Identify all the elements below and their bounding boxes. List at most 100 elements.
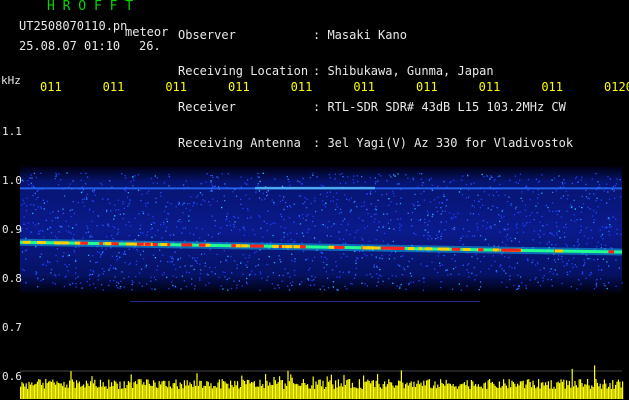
noise-speck	[329, 177, 331, 179]
noise-speck	[404, 268, 406, 271]
amplitude-bar	[316, 384, 318, 399]
noise-speck	[178, 201, 180, 203]
noise-speck	[326, 264, 328, 266]
amplitude-bar	[78, 381, 80, 399]
time-label: 0120	[604, 80, 629, 94]
noise-speck	[422, 289, 425, 291]
amplitude-bar	[539, 388, 541, 399]
amplitude-bar	[325, 387, 327, 399]
amplitude-bar	[357, 388, 359, 399]
noise-speck	[366, 274, 368, 276]
noise-speck	[538, 193, 540, 196]
noise-speck	[330, 235, 332, 237]
noise-speck	[455, 216, 457, 218]
amplitude-bar	[421, 386, 423, 399]
noise-speck	[409, 272, 412, 274]
noise-speck	[211, 271, 213, 273]
noise-speck	[225, 219, 227, 221]
noise-speck	[288, 181, 290, 183]
time-label: 011	[290, 80, 313, 94]
noise-speck	[402, 255, 404, 257]
noise-speck	[431, 189, 433, 191]
amplitude-bar	[337, 379, 339, 399]
noise-speck	[68, 254, 70, 256]
y-tick-label: 0.8	[2, 272, 22, 285]
noise-speck	[314, 197, 316, 199]
noise-speck	[516, 227, 518, 229]
noise-speck	[561, 181, 563, 184]
noise-speck	[27, 222, 29, 224]
noise-speck	[114, 227, 116, 229]
amplitude-bar	[169, 386, 171, 399]
carrier-hot-spot	[104, 242, 112, 246]
noise-speck	[597, 181, 599, 183]
noise-speck	[309, 267, 311, 269]
noise-speck	[583, 259, 585, 261]
noise-speck	[55, 175, 57, 177]
noise-speck	[299, 283, 301, 285]
noise-speck	[381, 194, 383, 196]
amplitude-bar	[497, 387, 499, 399]
amplitude-bar	[120, 388, 122, 399]
amplitude-bar	[349, 379, 351, 399]
noise-speck	[332, 196, 335, 198]
noise-speck	[443, 195, 445, 197]
noise-speck	[555, 261, 557, 263]
noise-speck	[524, 204, 526, 206]
noise-speck	[21, 268, 24, 270]
amplitude-bar	[195, 386, 197, 399]
noise-speck	[293, 221, 295, 223]
amplitude-bar	[92, 383, 94, 399]
noise-speck	[422, 277, 424, 280]
noise-speck	[70, 215, 72, 218]
noise-speck	[61, 226, 63, 228]
noise-speck	[55, 275, 57, 277]
noise-speck	[551, 191, 554, 193]
amplitude-bar	[197, 385, 199, 399]
noise-speck	[26, 249, 28, 251]
noise-speck	[507, 200, 509, 203]
noise-speck	[293, 203, 295, 205]
noise-speck	[483, 191, 486, 193]
noise-speck	[200, 203, 202, 206]
noise-speck	[490, 175, 492, 177]
noise-speck	[123, 277, 125, 279]
noise-speck	[517, 274, 519, 276]
amplitude-bar	[36, 381, 38, 399]
noise-speck	[67, 255, 69, 257]
noise-speck	[218, 186, 220, 188]
time-label: 011	[478, 80, 501, 94]
noise-speck	[565, 190, 567, 192]
noise-speck	[444, 229, 446, 231]
noise-speck	[604, 227, 606, 229]
noise-speck	[509, 275, 511, 277]
noise-speck	[320, 251, 322, 253]
amplitude-bar	[433, 385, 435, 399]
noise-speck	[328, 220, 330, 223]
noise-speck	[381, 257, 383, 260]
noise-speck	[223, 195, 225, 197]
noise-speck	[201, 194, 203, 196]
noise-speck	[337, 289, 339, 291]
noise-speck	[535, 205, 537, 207]
noise-speck	[380, 175, 382, 177]
noise-speck	[340, 256, 342, 259]
noise-speck	[58, 231, 60, 233]
noise-speck	[189, 209, 191, 211]
noise-speck	[388, 278, 390, 280]
noise-speck	[52, 211, 54, 213]
noise-speck	[550, 268, 552, 270]
amplitude-bar	[76, 380, 78, 399]
noise-speck	[214, 273, 216, 275]
noise-speck	[165, 206, 167, 208]
y-tick-label: 1.0	[2, 174, 22, 187]
carrier-hot-spot	[515, 248, 521, 252]
noise-speck	[40, 172, 42, 174]
noise-speck	[66, 266, 68, 268]
amplitude-bar	[581, 383, 583, 399]
noise-speck	[432, 214, 434, 216]
noise-speck	[358, 217, 360, 219]
noise-speck	[82, 237, 84, 239]
amplitude-bar	[210, 383, 212, 399]
noise-speck	[166, 220, 169, 223]
